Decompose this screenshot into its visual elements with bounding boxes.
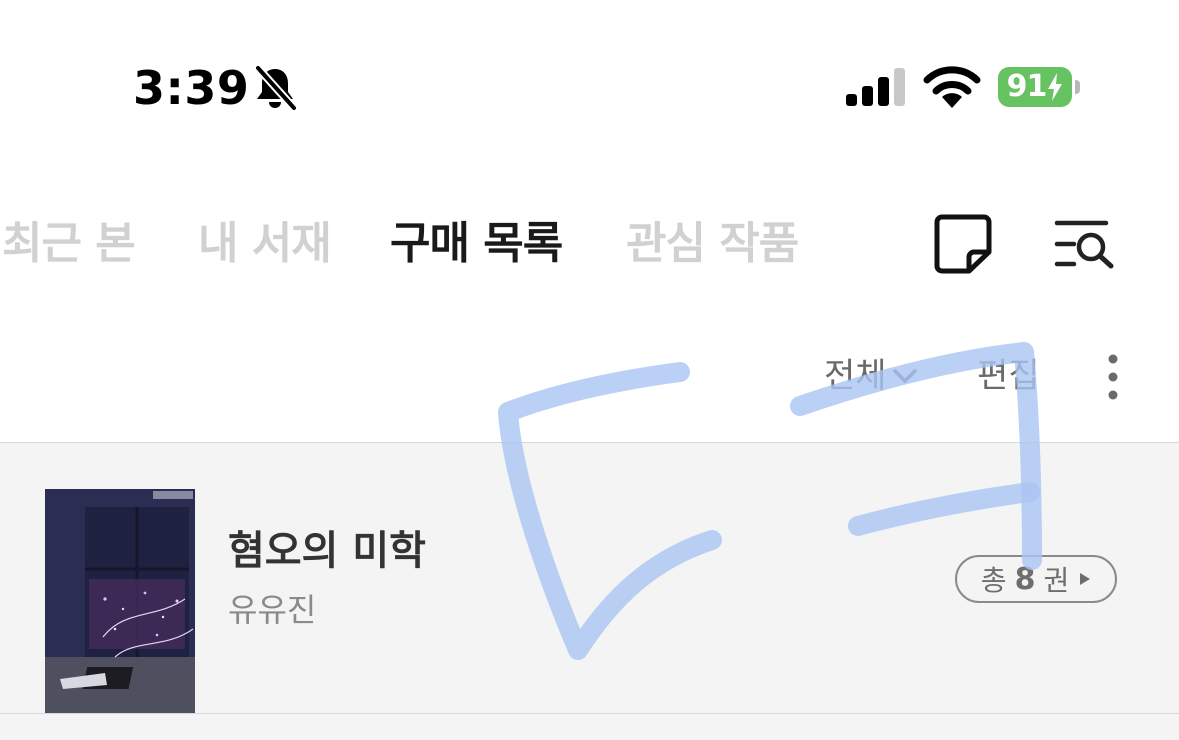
volumes-button[interactable]: 총 8 권 <box>955 555 1117 603</box>
battery-level: 91 <box>1006 69 1048 104</box>
filter-selected-label: 전체 <box>824 356 887 396</box>
tab-purchase-list[interactable]: 구매 목록 <box>390 212 563 276</box>
battery-body: 91 <box>998 67 1072 107</box>
status-bar: 3:39 91 <box>0 0 1179 150</box>
chevron-down-icon <box>892 369 917 383</box>
charging-bolt-icon <box>1048 73 1063 101</box>
tab-recently-viewed[interactable]: 최근 본 <box>2 212 136 276</box>
book-cover-image[interactable] <box>45 489 195 713</box>
list-item[interactable]: 혐오의 미학 유유진 총 8 권 <box>0 443 1179 714</box>
memo-icon[interactable] <box>934 214 992 274</box>
more-options-icon[interactable] <box>1100 352 1126 402</box>
tab-my-library[interactable]: 내 서재 <box>198 212 332 276</box>
book-title[interactable]: 혐오의 미학 <box>228 523 426 579</box>
volumes-suffix: 권 <box>1043 564 1070 597</box>
edit-button[interactable]: 편집 <box>977 350 1040 402</box>
volumes-prefix: 총 <box>980 564 1007 597</box>
volumes-count: 8 <box>1014 561 1036 597</box>
battery-cap <box>1075 80 1080 94</box>
battery-charging-icon: 91 <box>998 67 1082 107</box>
book-author: 유유진 <box>228 591 317 629</box>
tab-favorites[interactable]: 관심 작품 <box>626 212 799 276</box>
play-arrow-icon <box>1080 573 1091 585</box>
cellular-signal-icon <box>846 68 905 106</box>
book-list: 혐오의 미학 유유진 총 8 권 <box>0 442 1179 740</box>
book-cover-art <box>45 489 195 713</box>
search-list-icon[interactable] <box>1054 218 1116 270</box>
purchase-list-screen: 3:39 91 최근 본 내 서재 구매 목록 관심 작품 전체 편집 혐오의 … <box>0 0 1179 740</box>
bell-off-icon <box>254 66 298 110</box>
wifi-icon <box>923 66 981 108</box>
status-time: 3:39 <box>133 61 250 115</box>
filter-dropdown[interactable]: 전체 <box>824 350 919 402</box>
